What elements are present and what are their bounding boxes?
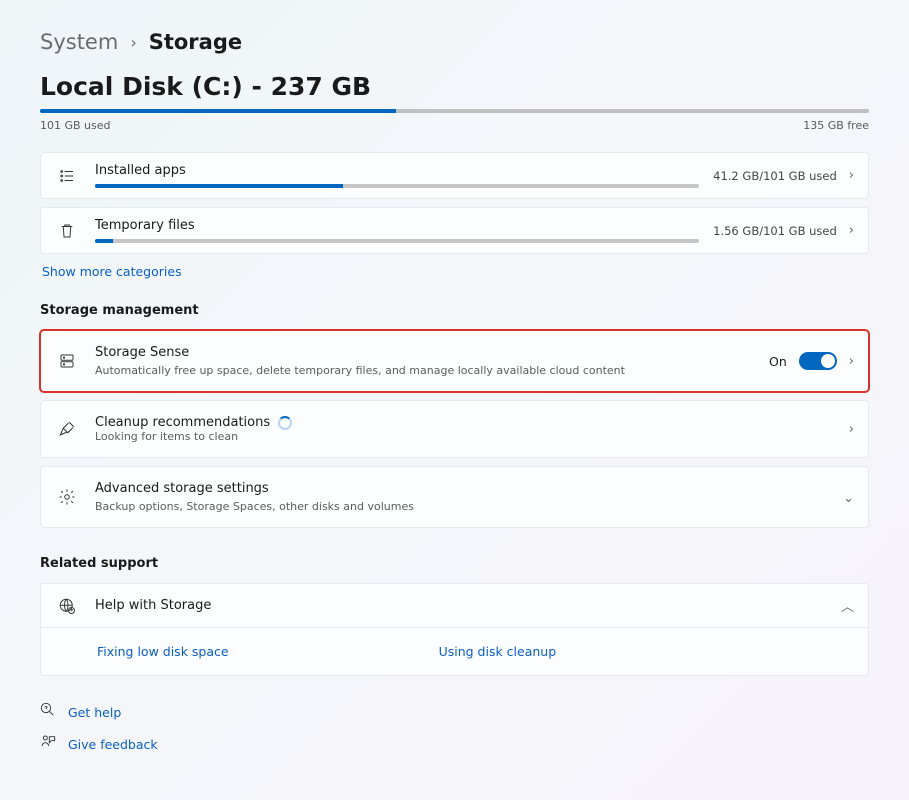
storage-sense-state: On: [769, 354, 787, 369]
storage-icon: [55, 352, 79, 370]
gear-icon: [55, 488, 79, 506]
link-using-disk-cleanup[interactable]: Using disk cleanup: [439, 644, 557, 659]
cleanup-title: Cleanup recommendations: [95, 415, 270, 430]
category-usage: 1.56 GB/101 GB used: [713, 224, 837, 238]
storage-sense-sub: Automatically free up space, delete temp…: [95, 364, 755, 377]
category-title: Installed apps: [95, 163, 699, 178]
storage-sense-row[interactable]: Storage Sense Automatically free up spac…: [40, 330, 869, 392]
chevron-right-icon: ›: [849, 422, 854, 437]
broom-icon: [55, 420, 79, 438]
disk-usage-fill: [40, 109, 396, 113]
help-icon: [40, 702, 56, 722]
breadcrumb: System › Storage: [40, 30, 869, 54]
cleanup-sub: Looking for items to clean: [95, 430, 835, 443]
category-temporary-files[interactable]: Temporary files 1.56 GB/101 GB used ›: [40, 207, 869, 254]
disk-usage-bar: [40, 109, 869, 113]
trash-icon: [55, 222, 79, 240]
globe-help-icon: [55, 597, 79, 615]
chevron-down-icon: ⌄: [843, 491, 854, 506]
help-with-storage-header[interactable]: Help with Storage ︿: [41, 584, 868, 627]
chevron-right-icon: ›: [849, 223, 854, 238]
category-installed-apps[interactable]: Installed apps 41.2 GB/101 GB used ›: [40, 152, 869, 199]
storage-management-header: Storage management: [40, 303, 869, 318]
help-title: Help with Storage: [95, 598, 827, 613]
disk-free-label: 135 GB free: [803, 119, 869, 132]
related-support-header: Related support: [40, 556, 869, 571]
cleanup-recommendations-row[interactable]: Cleanup recommendations Looking for item…: [40, 400, 869, 458]
chevron-right-icon: ›: [849, 168, 854, 183]
storage-sense-title: Storage Sense: [95, 345, 755, 360]
storage-sense-toggle[interactable]: [799, 352, 837, 370]
category-title: Temporary files: [95, 218, 699, 233]
chevron-right-icon: ›: [849, 354, 854, 369]
get-help-link[interactable]: Get help: [68, 705, 121, 720]
feedback-icon: [40, 734, 56, 754]
chevron-up-icon: ︿: [841, 596, 854, 615]
loading-spinner-icon: [278, 416, 292, 430]
advanced-sub: Backup options, Storage Spaces, other di…: [95, 500, 829, 513]
show-more-categories-link[interactable]: Show more categories: [42, 264, 867, 279]
category-bar: [95, 239, 699, 243]
category-bar: [95, 184, 699, 188]
installed-apps-icon: [55, 167, 79, 185]
chevron-right-icon: ›: [130, 33, 136, 52]
disk-used-label: 101 GB used: [40, 119, 111, 132]
breadcrumb-parent[interactable]: System: [40, 30, 118, 54]
advanced-storage-row[interactable]: Advanced storage settings Backup options…: [40, 466, 869, 528]
disk-title: Local Disk (C:) - 237 GB: [40, 72, 869, 101]
breadcrumb-current: Storage: [149, 30, 242, 54]
help-with-storage-card: Help with Storage ︿ Fixing low disk spac…: [40, 583, 869, 676]
advanced-title: Advanced storage settings: [95, 481, 829, 496]
link-fixing-low-disk-space[interactable]: Fixing low disk space: [97, 644, 229, 659]
category-usage: 41.2 GB/101 GB used: [713, 169, 837, 183]
give-feedback-link[interactable]: Give feedback: [68, 737, 158, 752]
